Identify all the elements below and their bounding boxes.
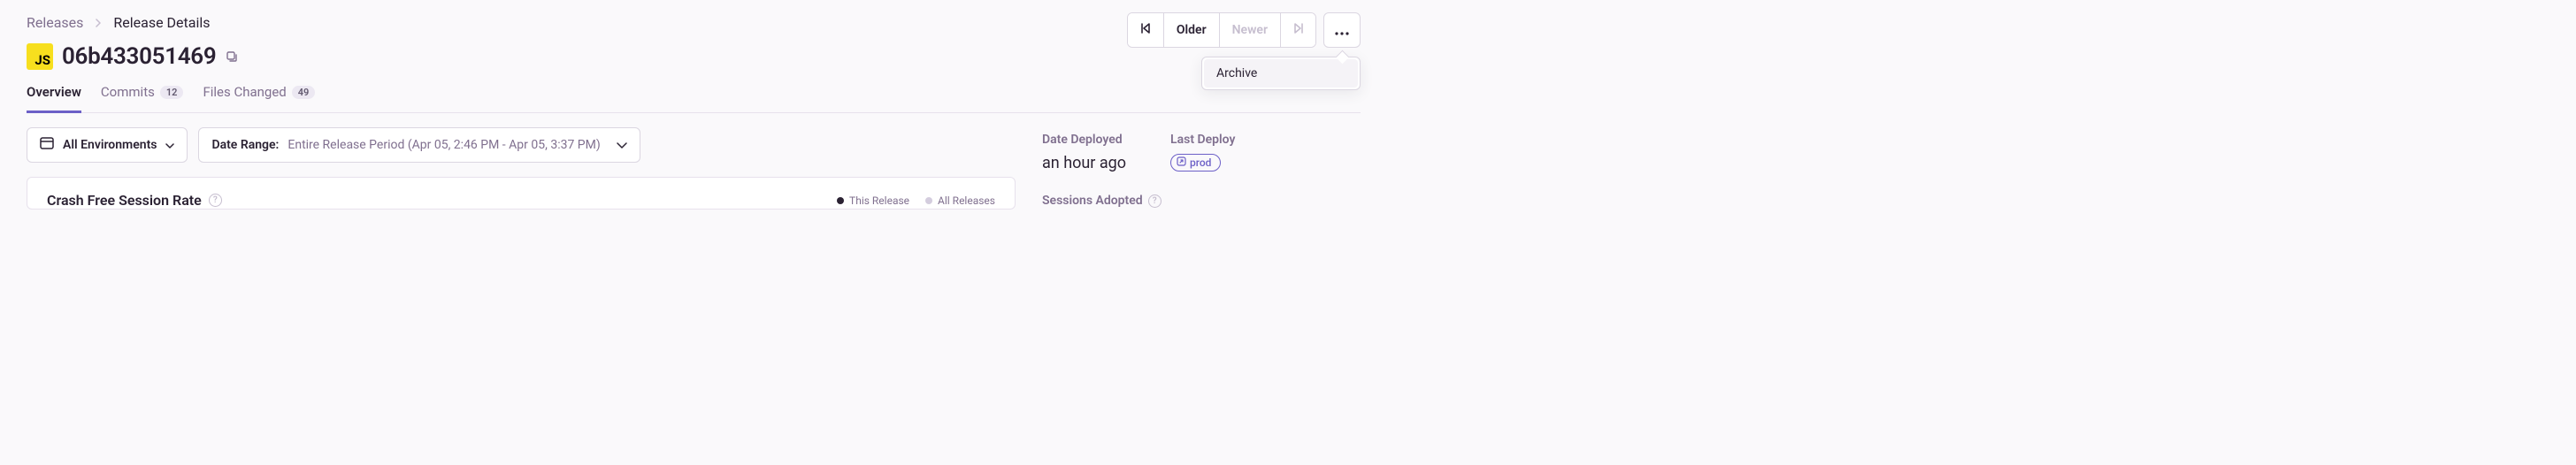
chevron-right-icon [94,14,103,31]
tab-overview[interactable]: Overview [27,84,81,113]
more-actions-dropdown: Archive [1201,57,1361,90]
last-deploy-stat: Last Deploy prod [1170,133,1235,172]
stat-label: Last Deploy [1170,133,1235,147]
help-icon[interactable]: ? [209,194,222,207]
stat-label: Date Deployed [1042,133,1126,147]
crash-free-panel: Crash Free Session Rate ? This Release A… [27,177,1016,210]
legend-dot-icon [837,197,844,204]
tab-files-changed[interactable]: Files Changed 49 [203,84,315,113]
platform-badge-js: JS [27,43,53,70]
date-range-label: Date Range: [211,138,279,152]
copy-icon[interactable] [225,50,239,64]
tab-label: Files Changed [203,84,286,100]
legend-this-release[interactable]: This Release [837,194,909,207]
tabs: Overview Commits 12 Files Changed 49 [27,84,1361,113]
panel-title: Crash Free Session Rate [47,192,202,209]
files-count-badge: 49 [292,86,316,99]
tab-commits[interactable]: Commits 12 [101,84,184,113]
pager: Older Newer [1127,12,1316,48]
env-badge-label: prod [1190,156,1211,169]
legend-all-releases[interactable]: All Releases [925,194,995,207]
legend-label: This Release [849,194,909,207]
sessions-adopted-stat: Sessions Adopted ? [1042,194,1361,208]
date-range-value: Entire Release Period (Apr 05, 2:46 PM -… [288,138,600,152]
newer-button: Newer [1219,13,1280,47]
breadcrumb-current: Release Details [113,14,210,31]
external-link-icon [1177,156,1186,169]
stat-value: an hour ago [1042,154,1126,172]
date-range-filter[interactable]: Date Range: Entire Release Period (Apr 0… [198,127,640,163]
ellipsis-icon [1335,21,1349,40]
skip-last-icon [1292,22,1305,38]
legend-dot-icon [925,197,932,204]
help-icon[interactable]: ? [1148,194,1162,208]
stat-label: Sessions Adopted [1042,194,1143,208]
first-button[interactable] [1128,13,1163,47]
chevron-down-icon [617,138,627,152]
environment-badge[interactable]: prod [1170,154,1221,172]
tab-label: Commits [101,84,155,100]
window-icon [40,137,54,153]
chevron-down-icon [165,138,174,152]
breadcrumb-parent[interactable]: Releases [27,14,83,31]
archive-action[interactable]: Archive [1204,59,1358,88]
commits-count-badge: 12 [160,86,184,99]
release-id: 06b433051469 [62,43,216,70]
environment-filter[interactable]: All Environments [27,127,188,163]
more-actions-button[interactable] [1323,12,1361,48]
tab-label: Overview [27,84,81,100]
last-button [1280,13,1315,47]
date-deployed-stat: Date Deployed an hour ago [1042,133,1126,172]
legend-label: All Releases [938,194,995,207]
skip-first-icon [1139,22,1152,38]
environment-filter-label: All Environments [63,138,157,152]
older-button[interactable]: Older [1163,13,1219,47]
